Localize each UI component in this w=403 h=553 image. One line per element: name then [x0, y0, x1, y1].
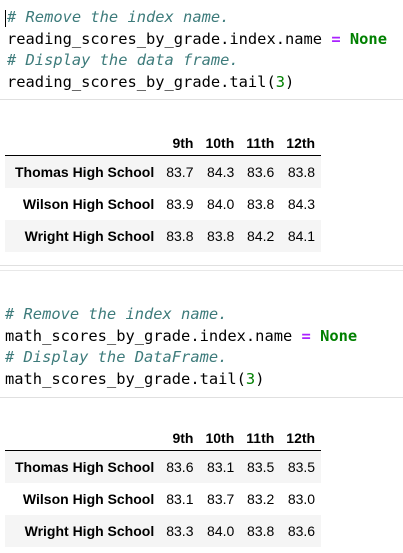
- code-keyword: None: [349, 29, 387, 48]
- table-cell: 84.3: [287, 196, 316, 212]
- table-cell: 83.7: [207, 491, 235, 507]
- table-cell: 84.3: [207, 164, 235, 180]
- table-cell: 83.1: [166, 491, 194, 507]
- table-row: Wright High School 83.8 83.8 84.2 84.1: [5, 220, 322, 252]
- code-comment: # Remove the index name.: [7, 8, 230, 26]
- row-index: Wright High School: [24, 228, 155, 244]
- code-text: math_scores_by_grade.index.name: [5, 326, 293, 345]
- code-cell-math[interactable]: # Remove the index name. math_scores_by_…: [0, 304, 403, 392]
- index-header: [5, 426, 161, 451]
- code-comment: # Display the data frame.: [7, 51, 239, 70]
- table-header-row: 9th 10th 11th 12th: [5, 131, 322, 156]
- column-header: 10th: [199, 131, 241, 156]
- cell-divider: [0, 99, 403, 100]
- table-cell: 83.3: [166, 523, 194, 539]
- code-comment: # Remove the index name.: [5, 305, 228, 323]
- cell-divider: [0, 270, 403, 271]
- table-cell: 83.6: [287, 523, 316, 539]
- table-cell: 83.1: [207, 459, 235, 475]
- row-index: Thomas High School: [15, 459, 155, 475]
- table-cell: 83.8: [247, 523, 275, 539]
- column-header: 12th: [280, 131, 322, 156]
- column-header: 12th: [280, 426, 322, 451]
- table-header-row: 9th 10th 11th 12th: [5, 426, 322, 451]
- table-row: Wilson High School 83.1 83.7 83.2 83.0: [5, 483, 322, 515]
- column-header: 11th: [240, 131, 281, 156]
- cell-divider: [0, 397, 403, 398]
- table-cell: 83.6: [247, 164, 275, 180]
- table-cell: 84.1: [287, 228, 316, 244]
- code-text: reading_scores_by_grade.index.name: [7, 29, 323, 48]
- index-header: [5, 131, 161, 156]
- text-cursor: [5, 10, 6, 27]
- code-comment: # Display the DataFrame.: [5, 348, 228, 367]
- table-cell: 84.0: [207, 523, 235, 539]
- column-header: 9th: [160, 131, 200, 156]
- table-cell: 84.0: [207, 196, 235, 212]
- table-row: Wilson High School 83.9 84.0 83.8 84.3: [5, 188, 322, 220]
- dataframe-table: 9th 10th 11th 12th Thomas High School 83…: [5, 426, 322, 547]
- table-row: Thomas High School 83.7 84.3 83.6 83.8: [5, 155, 322, 188]
- row-index: Thomas High School: [15, 164, 155, 180]
- output-reading-scores: 9th 10th 11th 12th Thomas High School 83…: [5, 131, 322, 252]
- code-text: ): [255, 370, 265, 389]
- column-header: 11th: [240, 426, 281, 451]
- table-cell: 83.5: [287, 459, 316, 475]
- cell-divider: [0, 265, 403, 266]
- column-header: 10th: [199, 426, 241, 451]
- table-cell: 83.8: [287, 164, 316, 180]
- table-cell: 83.9: [166, 196, 194, 212]
- table-cell: 83.6: [166, 459, 194, 475]
- row-index: Wright High School: [24, 523, 155, 539]
- output-math-scores: 9th 10th 11th 12th Thomas High School 83…: [5, 426, 322, 547]
- table-cell: 83.5: [247, 459, 275, 475]
- row-index: Wilson High School: [22, 196, 155, 212]
- table-cell: 83.2: [247, 491, 275, 507]
- table-cell: 83.8: [166, 228, 194, 244]
- code-operator: =: [301, 326, 311, 345]
- code-cell-reading[interactable]: # Remove the index name. reading_scores_…: [0, 7, 403, 95]
- table-cell: 83.8: [247, 196, 275, 212]
- code-text: reading_scores_by_grade.tail(: [7, 73, 276, 92]
- code-text: math_scores_by_grade.tail(: [5, 370, 246, 389]
- dataframe-table: 9th 10th 11th 12th Thomas High School 83…: [5, 131, 322, 252]
- table-row: Thomas High School 83.6 83.1 83.5 83.5: [5, 450, 322, 483]
- code-number: 3: [245, 370, 256, 389]
- row-index: Wilson High School: [22, 491, 155, 507]
- code-keyword: None: [320, 326, 358, 345]
- table-cell: 83.8: [207, 228, 235, 244]
- table-cell: 83.7: [166, 164, 194, 180]
- table-cell: 84.2: [247, 228, 275, 244]
- table-cell: 83.0: [287, 491, 316, 507]
- code-operator: =: [331, 29, 341, 48]
- column-header: 9th: [160, 426, 200, 451]
- code-number: 3: [275, 73, 285, 92]
- code-text: ): [285, 73, 295, 92]
- table-row: Wright High School 83.3 84.0 83.8 83.6: [5, 515, 322, 547]
